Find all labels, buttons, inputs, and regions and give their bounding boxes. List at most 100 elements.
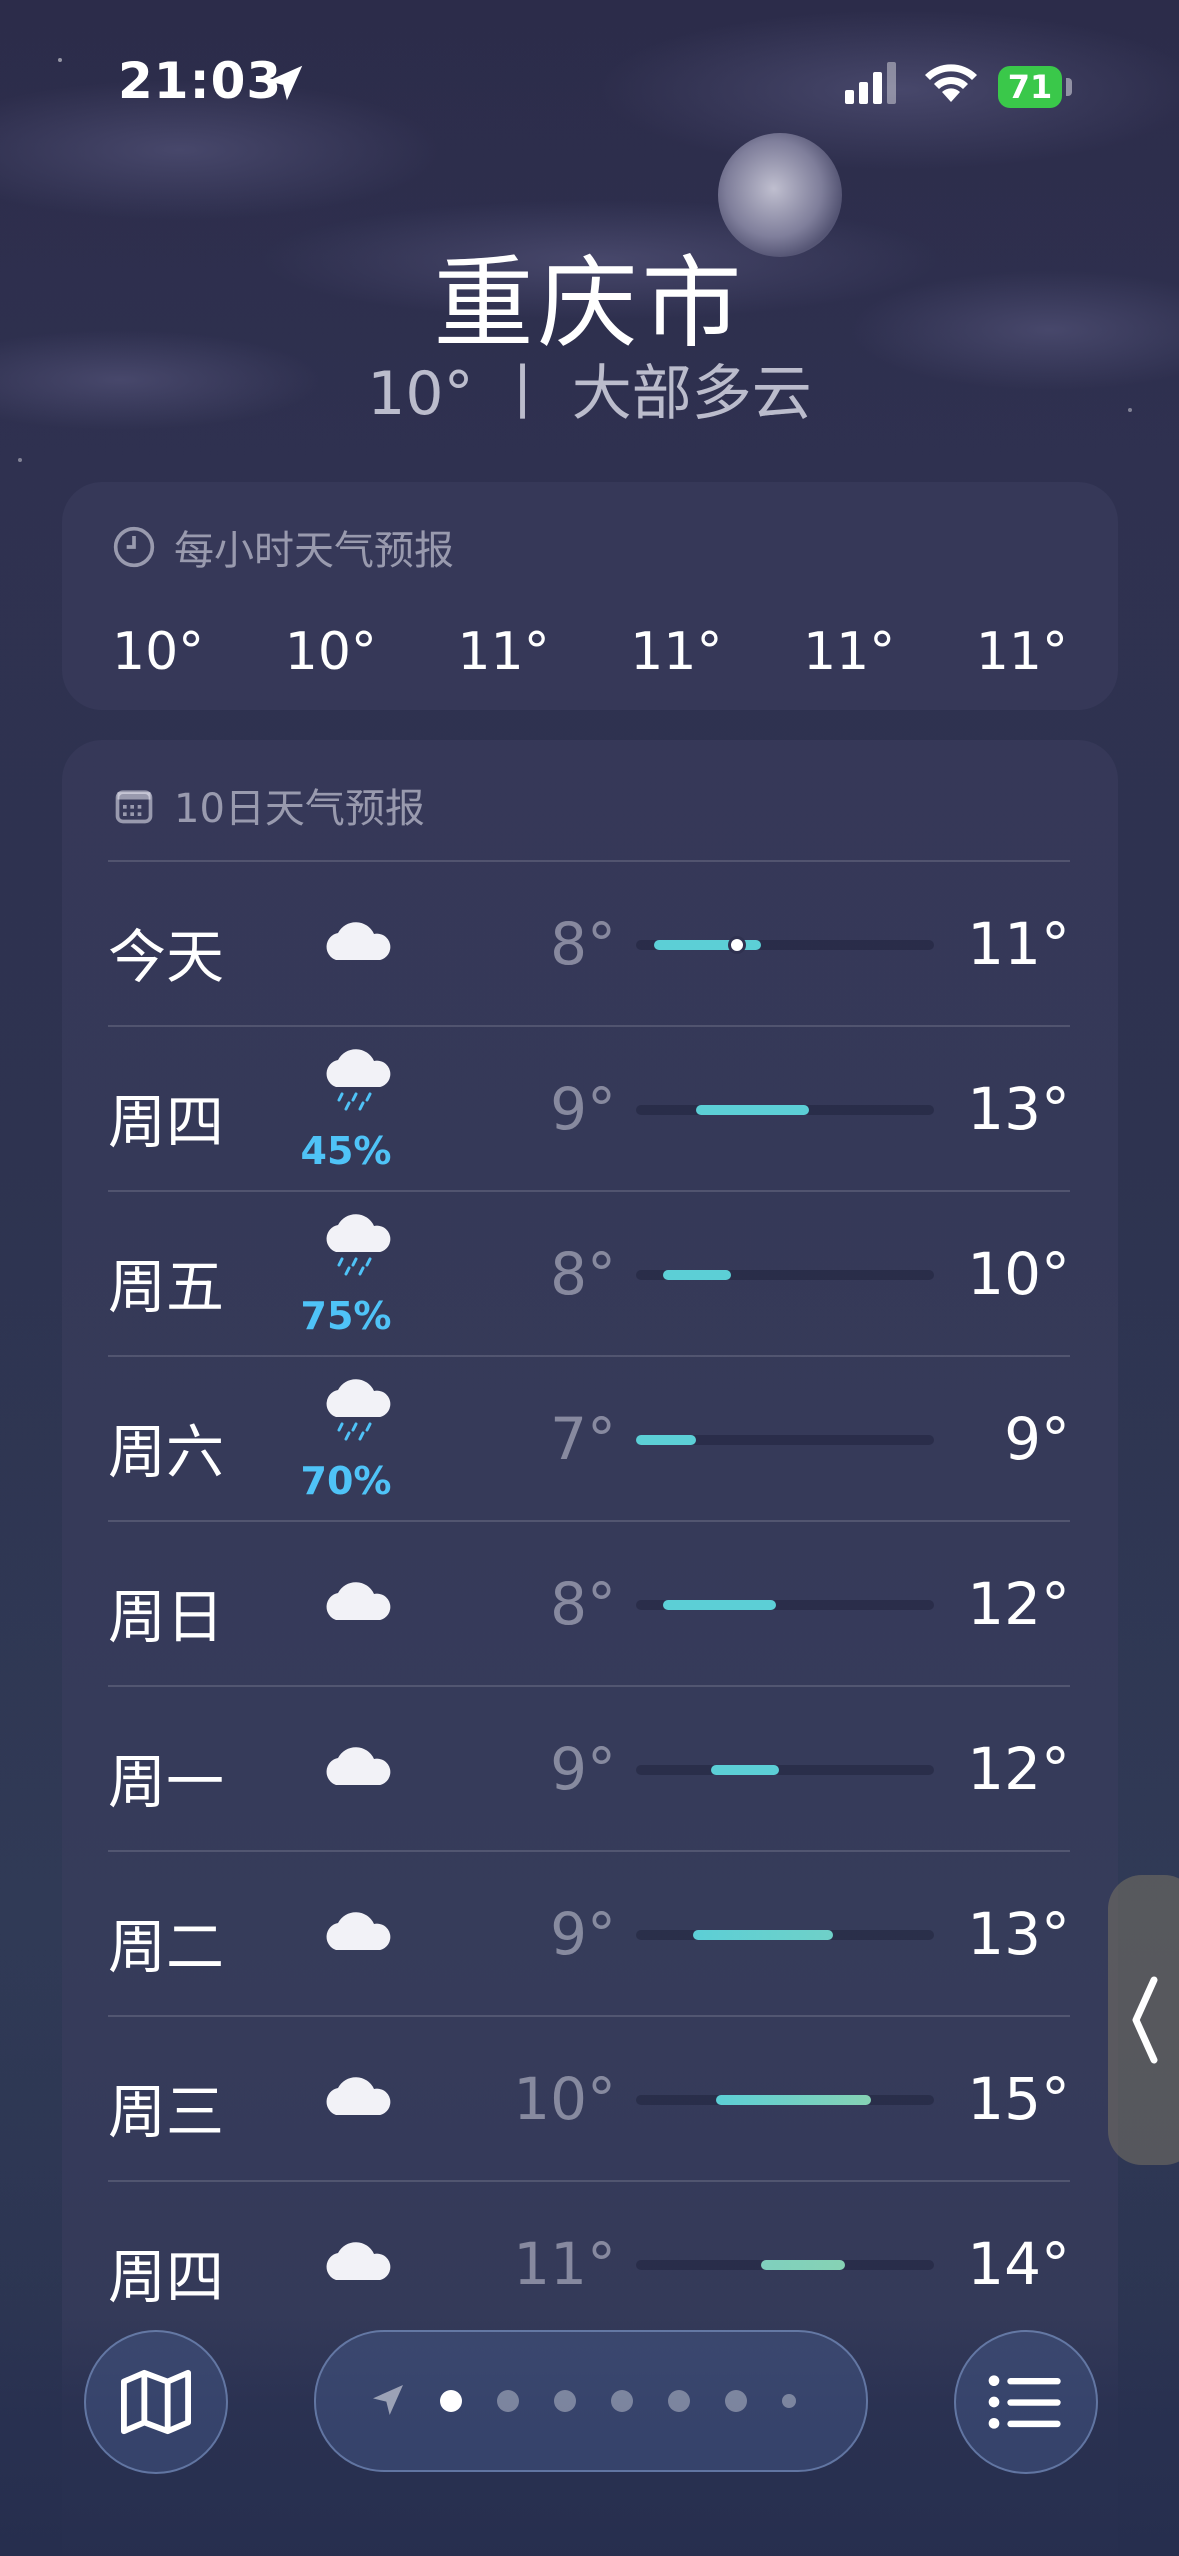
- temp-range-track: [636, 1270, 934, 1280]
- temp-range-bar: [662, 1600, 777, 1610]
- day-label: 周四: [108, 1088, 225, 1156]
- current-temp-marker: [728, 936, 747, 954]
- temp-range-track: [636, 2260, 934, 2270]
- temp-range-track: [636, 1930, 934, 1940]
- battery-level: 71: [1007, 68, 1053, 106]
- low-temp: 8°: [550, 1570, 616, 1638]
- day-label: 周日: [108, 1583, 225, 1651]
- forecast-row[interactable]: 周五 75% 8° 10°: [108, 1190, 1070, 1356]
- page-dot[interactable]: [497, 2390, 519, 2412]
- temp-range-bar: [692, 1930, 833, 1940]
- high-temp: 11°: [967, 910, 1070, 978]
- forecast-row[interactable]: 今天 8° 11°: [108, 860, 1070, 1026]
- cellular-signal-icon: [845, 62, 896, 104]
- weather-icon: [318, 1733, 398, 1803]
- battery-tip: [1066, 78, 1072, 96]
- low-temp: 9°: [550, 1075, 616, 1143]
- low-temp: 9°: [550, 1900, 616, 1968]
- cloud-rain-icon: [326, 1379, 391, 1441]
- forecast-row[interactable]: 周四 45% 9° 13°: [108, 1025, 1070, 1191]
- weather-icon: [318, 1047, 398, 1117]
- cloud-rain-icon: [326, 1049, 391, 1111]
- temp-range-bar: [636, 1435, 696, 1445]
- weather-icon: [318, 1377, 398, 1447]
- high-temp: 14°: [967, 2230, 1070, 2298]
- precip-chance: 45%: [300, 1129, 392, 1173]
- hourly-temp: 11°: [457, 622, 550, 682]
- hourly-temp: 11°: [803, 622, 896, 682]
- temp-range-bar: [662, 1270, 732, 1280]
- precip-chance: 70%: [300, 1459, 392, 1503]
- status-time: 21:03: [118, 52, 283, 110]
- weather-icon: [318, 908, 398, 978]
- high-temp: 12°: [967, 1570, 1070, 1638]
- high-temp: 13°: [967, 1900, 1070, 1968]
- hourly-temps: 10° 10° 11° 11° 11° 11°: [62, 622, 1118, 682]
- day-label: 周三: [108, 2078, 225, 2146]
- page-dot[interactable]: [725, 2390, 747, 2412]
- side-panel-handle[interactable]: [1108, 1875, 1179, 2165]
- cloud-icon: [326, 922, 391, 960]
- day-label: 周六: [108, 1418, 225, 1486]
- low-temp: 7°: [550, 1405, 616, 1473]
- calendar-icon: [115, 790, 153, 824]
- status-bar: 21:03 71: [0, 0, 1179, 170]
- page-dot[interactable]: [611, 2390, 633, 2412]
- low-temp: 8°: [550, 1240, 616, 1308]
- location-page-indicator[interactable]: [314, 2330, 868, 2472]
- cloud-icon: [326, 2077, 391, 2115]
- temp-range-bar: [716, 2095, 872, 2105]
- current-condition: 大部多云: [571, 359, 812, 429]
- page-dot[interactable]: [782, 2394, 796, 2408]
- hourly-forecast-card[interactable]: 每小时天气预报 10° 10° 11° 11° 11° 11°: [62, 482, 1118, 710]
- temp-range-bar: [710, 1765, 780, 1775]
- ten-day-forecast-card[interactable]: 10日天气预报 今天 8° 11° 周四 45% 9° 13° 周五 75% 8° 10° 周六 70%…: [62, 740, 1118, 2556]
- cloud-icon: [326, 1582, 391, 1620]
- hourly-title: 每小时天气预报: [174, 528, 454, 574]
- forecast-row[interactable]: 周六 70% 7° 9°: [108, 1355, 1070, 1521]
- cloud-rain-icon: [326, 1214, 391, 1276]
- day-label: 周一: [108, 1748, 225, 1816]
- temp-range-track: [636, 2095, 934, 2105]
- temp-range-bar: [695, 1105, 809, 1115]
- high-temp: 15°: [967, 2065, 1070, 2133]
- location-arrow-small-icon: [373, 2385, 403, 2415]
- day-label: 今天: [108, 923, 225, 991]
- daily-title: 10日天气预报: [174, 786, 425, 832]
- temp-range-track: [636, 1600, 934, 1610]
- low-temp: 11°: [513, 2230, 616, 2298]
- summary-separator: 丨: [492, 359, 553, 429]
- temp-range-track: [636, 936, 934, 954]
- temp-range-bar: [761, 2260, 845, 2270]
- hourly-temp: 10°: [112, 622, 205, 682]
- location-arrow-icon: [267, 65, 303, 101]
- page-dot[interactable]: [668, 2390, 690, 2412]
- forecast-row[interactable]: 周三 10° 15°: [108, 2015, 1070, 2181]
- weather-icon: [318, 1212, 398, 1282]
- clock-icon: [113, 526, 155, 568]
- hourly-temp: 11°: [975, 622, 1068, 682]
- page-dot[interactable]: [440, 2390, 462, 2412]
- map-button[interactable]: [84, 2330, 228, 2474]
- hourly-temp: 11°: [630, 622, 723, 682]
- high-temp: 13°: [967, 1075, 1070, 1143]
- weather-icon: [318, 2228, 398, 2298]
- current-summary: 10° 丨 大部多云: [0, 345, 1179, 432]
- cloud-icon: [326, 1747, 391, 1785]
- map-icon: [120, 2369, 191, 2435]
- high-temp: 12°: [967, 1735, 1070, 1803]
- hourly-temp: 10°: [284, 622, 377, 682]
- temp-range-track: [636, 1435, 934, 1445]
- temp-range-track: [636, 1105, 934, 1115]
- weather-icon: [318, 2063, 398, 2133]
- forecast-row[interactable]: 周一 9° 12°: [108, 1685, 1070, 1851]
- daily-header: 10日天气预报: [112, 776, 425, 834]
- city-list-button[interactable]: [954, 2330, 1098, 2474]
- forecast-row[interactable]: 周日 8° 12°: [108, 1520, 1070, 1686]
- page-dot[interactable]: [554, 2390, 576, 2412]
- current-temp: 10°: [367, 359, 474, 429]
- forecast-row[interactable]: 周二 9° 13°: [108, 1850, 1070, 2016]
- list-icon: [988, 2375, 1061, 2429]
- day-label: 周五: [108, 1253, 225, 1321]
- high-temp: 10°: [967, 1240, 1070, 1308]
